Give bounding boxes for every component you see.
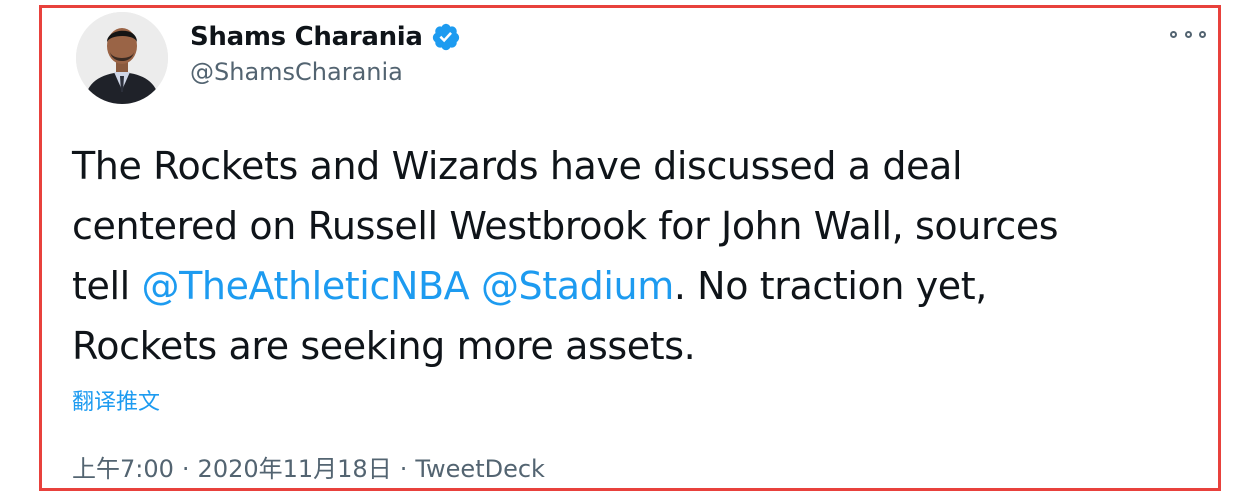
tweet-text-fragment: tell — [72, 264, 142, 308]
tweet-time[interactable]: 上午7:00 — [72, 455, 174, 483]
tweet-text: The Rockets and Wizards have discussed a… — [72, 136, 1182, 376]
avatar-photo — [76, 12, 168, 104]
more-dot — [1170, 30, 1177, 38]
mention-link-stadium[interactable]: @Stadium — [481, 264, 674, 308]
tweet-text-line: centered on Russell Westbrook for John W… — [72, 204, 1059, 248]
tweet-source[interactable]: TweetDeck — [415, 455, 545, 483]
translate-tweet-link[interactable]: 翻译推文 — [72, 384, 160, 416]
more-options-icon[interactable] — [1170, 24, 1206, 44]
verified-badge-icon — [431, 22, 461, 52]
meta-separator: · — [399, 455, 408, 483]
author-display-name[interactable]: Shams Charania — [190, 22, 423, 52]
tweet-text-line: Rockets are seeking more assets. — [72, 324, 696, 368]
mention-link-theathleticnba[interactable]: @TheAthleticNBA — [141, 264, 469, 308]
tweet-text-line: tell @TheAthleticNBA @Stadium. No tracti… — [72, 256, 1182, 316]
tweet-text-fragment: . No traction yet, — [673, 264, 988, 308]
more-dot — [1184, 30, 1192, 38]
tweet-text-fragment — [469, 264, 481, 308]
avatar[interactable] — [76, 12, 168, 104]
tweet-meta: 上午7:00 · 2020年11月18日 · TweetDeck — [72, 449, 545, 484]
author-handle[interactable]: @ShamsCharania — [190, 58, 403, 86]
tweet-text-line: The Rockets and Wizards have discussed a… — [72, 144, 963, 188]
more-dot — [1199, 30, 1206, 38]
tweet-date[interactable]: 2020年11月18日 — [198, 455, 392, 483]
meta-separator: · — [181, 455, 190, 483]
author-name-row: Shams Charania — [190, 18, 461, 56]
